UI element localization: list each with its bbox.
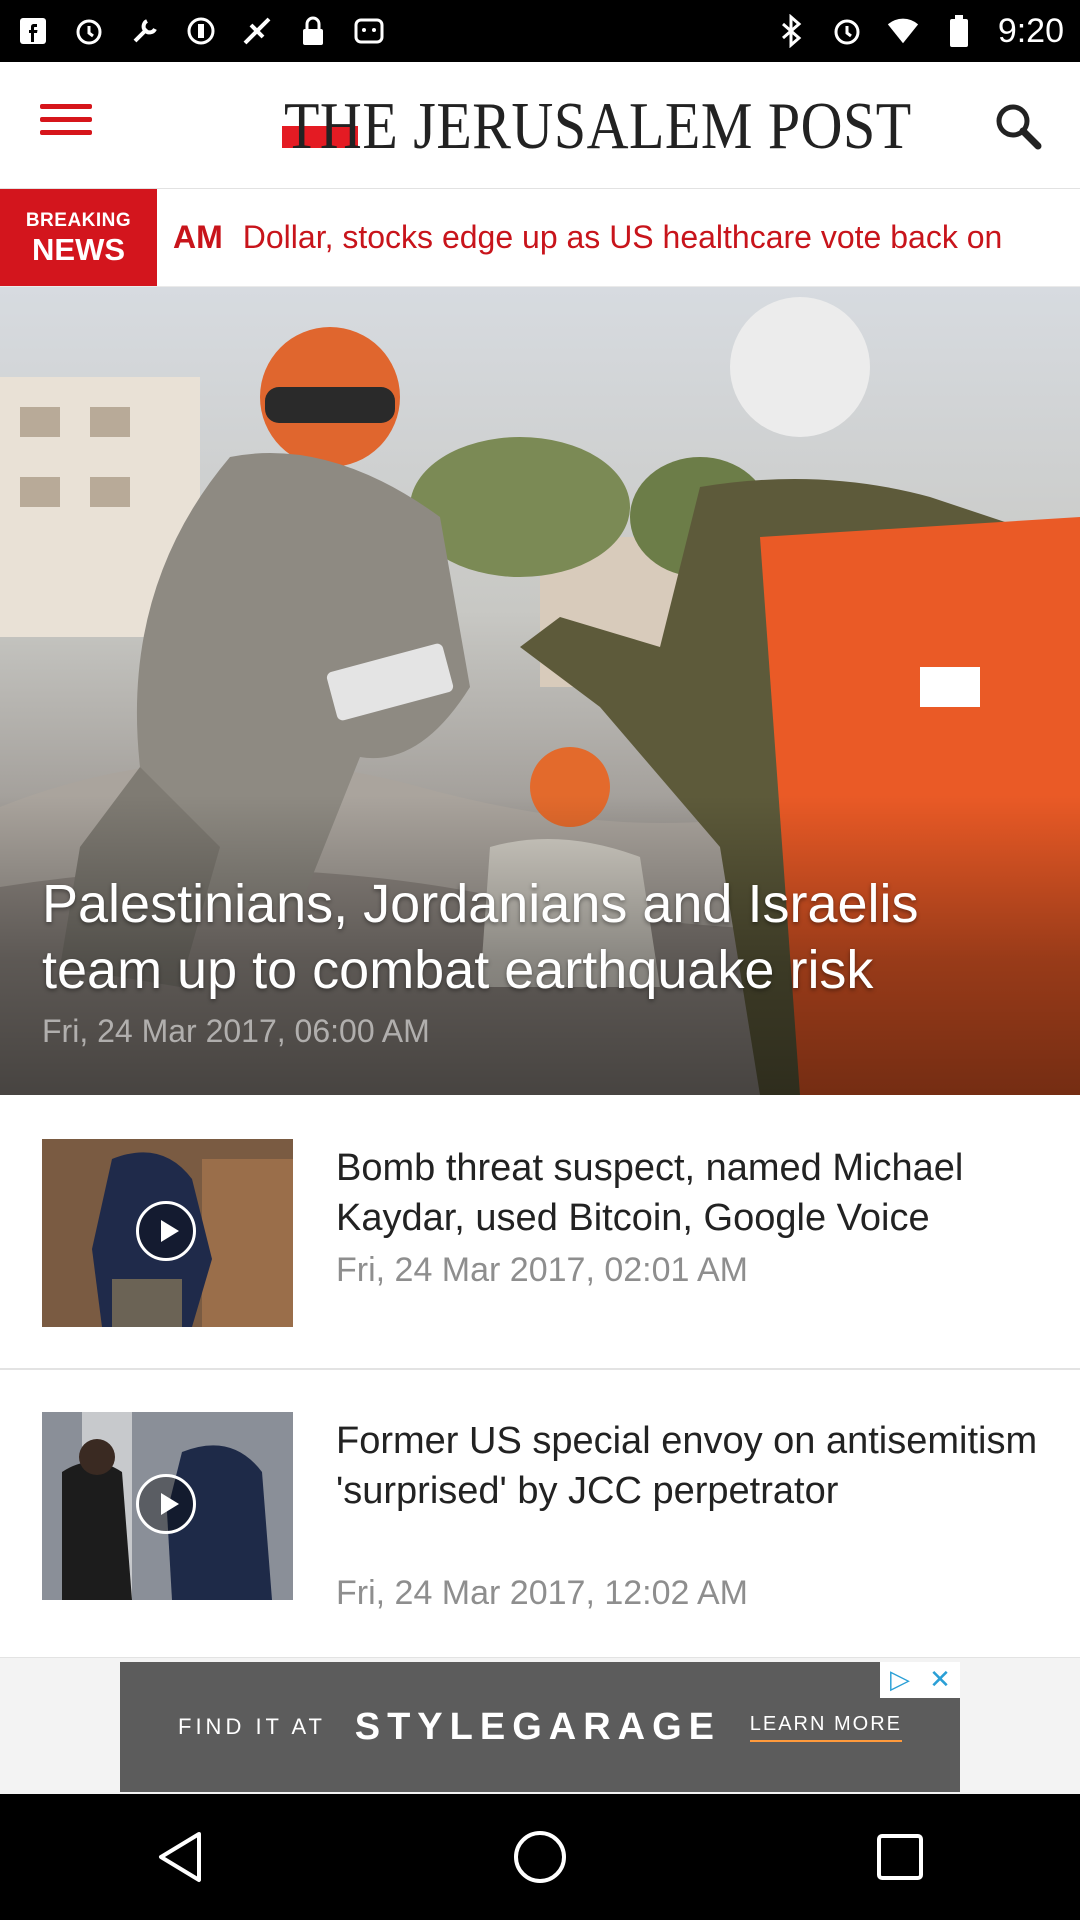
article-date: Fri, 24 Mar 2017, 12:02 AM xyxy=(336,1574,748,1612)
banner-ad[interactable]: FIND IT AT STYLEGARAGE LEARN MORE xyxy=(120,1662,960,1792)
battery-icon xyxy=(942,14,976,48)
home-icon xyxy=(514,1831,566,1883)
hero-date: Fri, 24 Mar 2017, 06:00 AM xyxy=(42,1013,430,1049)
ad-cta[interactable]: LEARN MORE xyxy=(749,1713,902,1742)
back-icon xyxy=(159,1832,201,1882)
status-right-icons: 9:20 xyxy=(774,12,1064,51)
article-thumbnail[interactable] xyxy=(42,1139,293,1327)
play-icon[interactable] xyxy=(136,1474,196,1534)
ad-container: FIND IT AT STYLEGARAGE LEARN MORE ▷ ✕ xyxy=(0,1658,1080,1794)
ticker-time: AM xyxy=(173,219,223,255)
status-time: 9:20 xyxy=(997,11,1064,50)
breaking-news-bar[interactable]: BREAKING NEWS AM Dollar, stocks edge up … xyxy=(0,189,1080,287)
vpn-icon xyxy=(184,14,218,48)
search-icon xyxy=(996,104,1042,150)
wrench-icon xyxy=(128,14,162,48)
lock-icon xyxy=(296,14,330,48)
search-button[interactable] xyxy=(992,100,1044,152)
app-logo[interactable]: THE JERUSALEM POST xyxy=(282,88,912,162)
list-item[interactable]: Former US special envoy on antisemitism … xyxy=(0,1370,1080,1659)
navigation-bar xyxy=(0,1794,1080,1920)
close-icon[interactable]: ✕ xyxy=(920,1662,960,1698)
menu-icon xyxy=(40,104,92,109)
breaking-news-ticker[interactable]: AM Dollar, stocks edge up as US healthca… xyxy=(157,189,1080,286)
breaking-news-badge: BREAKING NEWS xyxy=(0,189,157,286)
ad-controls: ▷ ✕ xyxy=(880,1662,960,1698)
fake-gps-icon xyxy=(240,14,274,48)
back-button[interactable] xyxy=(135,1812,225,1902)
status-left-icons xyxy=(16,14,386,48)
hero-title[interactable]: Palestinians, Jordanians and Israelis te… xyxy=(42,871,1042,1003)
status-bar: 9:20 xyxy=(0,0,1080,62)
article-date: Fri, 24 Mar 2017, 02:01 AM xyxy=(336,1251,748,1289)
android-icon xyxy=(352,14,386,48)
home-button[interactable] xyxy=(495,1812,585,1902)
logo-text: THE JERUSALEM POST xyxy=(284,87,912,163)
article-title[interactable]: Former US special envoy on antisemitism … xyxy=(336,1416,1046,1516)
facebook-icon xyxy=(16,14,50,48)
article-thumbnail[interactable] xyxy=(42,1412,293,1600)
list-item[interactable]: Bomb threat suspect, named Michael Kayda… xyxy=(0,1095,1080,1370)
alarm-icon xyxy=(72,14,106,48)
alarm-icon xyxy=(830,14,864,48)
recents-icon xyxy=(877,1834,923,1880)
ticker-headline: Dollar, stocks edge up as US healthcare … xyxy=(242,219,1003,255)
wifi-icon xyxy=(886,14,920,48)
adchoices-icon[interactable]: ▷ xyxy=(880,1662,920,1698)
bluetooth-icon xyxy=(774,14,808,48)
recents-button[interactable] xyxy=(855,1812,945,1902)
app-header: THE JERUSALEM POST xyxy=(0,62,1080,189)
play-icon[interactable] xyxy=(136,1201,196,1261)
ad-left-text: FIND IT AT xyxy=(178,1714,326,1739)
hero-article[interactable]: Palestinians, Jordanians and Israelis te… xyxy=(0,287,1080,1095)
article-title[interactable]: Bomb threat suspect, named Michael Kayda… xyxy=(336,1143,1046,1243)
ad-brand: STYLEGARAGE xyxy=(354,1705,721,1748)
menu-button[interactable] xyxy=(40,96,106,156)
